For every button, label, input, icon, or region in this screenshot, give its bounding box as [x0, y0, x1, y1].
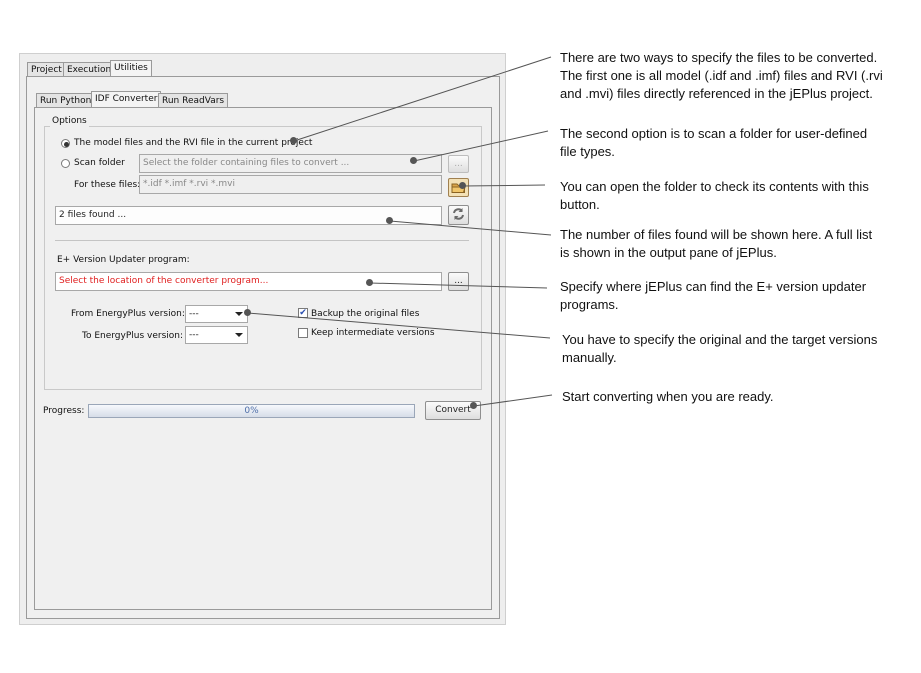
annotation-line: There are two ways to specify the files … — [560, 50, 878, 65]
annotation-scan-folder: The second option is to scan a folder fo… — [560, 125, 867, 161]
annotation-line: manually. — [562, 350, 617, 365]
callout-dot-1 — [290, 137, 297, 144]
callout-dot-5 — [366, 279, 373, 286]
callout-dot-3 — [459, 182, 466, 189]
callout-line-2 — [413, 130, 549, 162]
callout-dot-7 — [470, 402, 477, 409]
callout-line-4 — [389, 220, 552, 236]
annotation-files-found: The number of files found will be shown … — [560, 226, 872, 262]
annotation-line: is shown in the output pane of jEPlus. — [560, 245, 777, 260]
annotation-line: file types. — [560, 144, 615, 159]
annotation-line: programs. — [560, 297, 619, 312]
annotation-line: You have to specify the original and the… — [562, 332, 878, 347]
annotation-two-ways: There are two ways to specify the files … — [560, 49, 883, 103]
annotation-line: Start converting when you are ready. — [562, 389, 774, 404]
callout-line-3 — [462, 184, 546, 187]
annotation-line: The second option is to scan a folder fo… — [560, 126, 868, 141]
annotation-line: The number of files found will be shown … — [560, 227, 873, 242]
callout-line-7 — [473, 394, 553, 407]
annotation-start-converting: Start converting when you are ready. — [562, 388, 774, 406]
annotation-line: Specify where jEPlus can find the E+ ver… — [560, 279, 867, 294]
annotation-versions: You have to specify the original and the… — [562, 331, 877, 367]
annotation-updater-location: Specify where jEPlus can find the E+ ver… — [560, 278, 866, 314]
callout-line-1 — [293, 56, 552, 142]
callout-line-5 — [369, 282, 548, 289]
callout-dot-4 — [386, 217, 393, 224]
annotation-line: You can open the folder to check its con… — [560, 179, 869, 194]
callout-line-6 — [247, 312, 551, 339]
annotation-line: button. — [560, 197, 600, 212]
annotation-open-folder: You can open the folder to check its con… — [560, 178, 869, 214]
callout-dot-6 — [244, 309, 251, 316]
annotation-line: The first one is all model (.idf and .im… — [560, 68, 883, 83]
annotation-line: and .mvi) files directly referenced in t… — [560, 86, 873, 101]
callout-dot-2 — [410, 157, 417, 164]
